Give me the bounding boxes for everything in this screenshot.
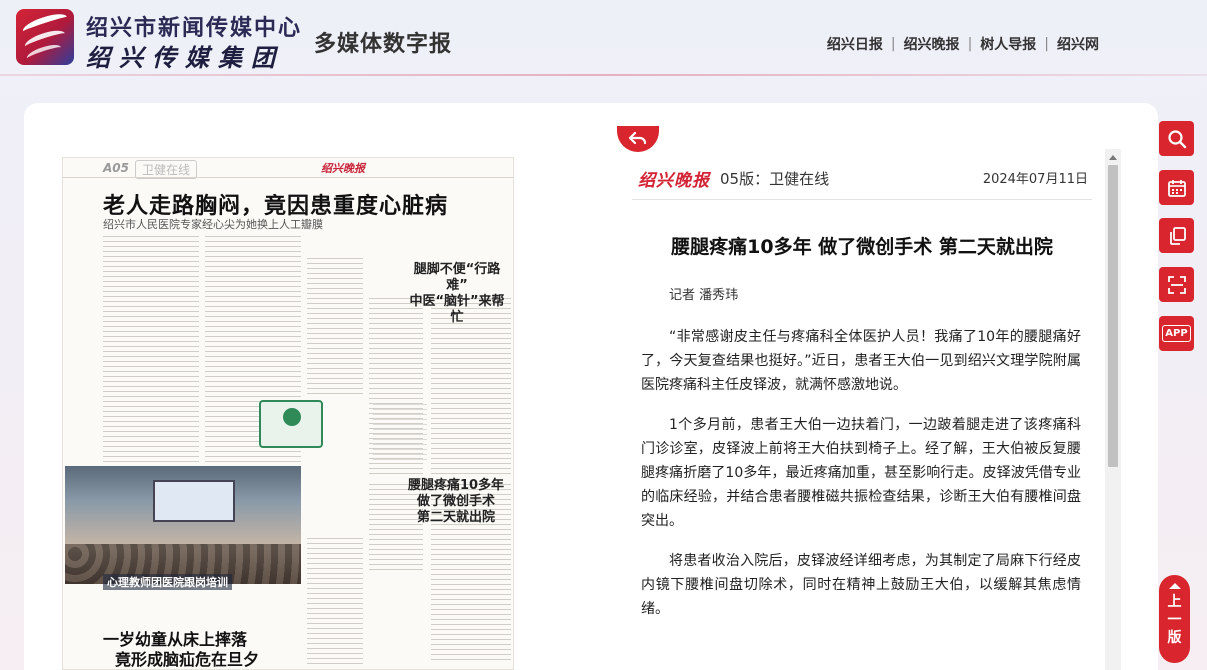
page-photo-caption: 心理教师团医院跟岗培训: [103, 574, 232, 590]
previous-edition-label: 上一版: [1167, 594, 1182, 646]
page-masthead: 绍兴晚报: [321, 162, 365, 175]
scan-icon: [1167, 275, 1186, 294]
article-byline: 记者 潘秀玮: [669, 288, 739, 303]
text-column: [307, 258, 363, 394]
nav-separator: |: [967, 36, 973, 52]
scroll-up-button[interactable]: [1105, 149, 1121, 165]
article-body: “非常感谢皮主任与疼痛科全体医护人员！我痛了10年的腰腿痛好了，今天复查结果也挺…: [641, 325, 1081, 637]
text-column: [103, 236, 199, 462]
search-button[interactable]: [1159, 121, 1194, 156]
copy-button[interactable]: [1159, 218, 1194, 253]
product-name: 多媒体数字报: [314, 32, 453, 57]
article-paragraph: 将患者收治入院后，皮铎波经详细考虑，为其制定了局麻下行经皮内镜下腰椎间盘切除术，…: [641, 553, 1081, 617]
scan-button[interactable]: [1159, 267, 1194, 302]
scroll-up-arrow-icon: [1109, 155, 1117, 160]
search-icon: [1167, 129, 1186, 148]
previous-edition-button[interactable]: 上一版: [1159, 575, 1190, 663]
page-number: A05: [103, 161, 129, 175]
article-date: 2024年07月11日: [982, 172, 1088, 187]
hospital-badge-icon: [259, 400, 323, 448]
nav-separator: |: [1044, 36, 1049, 52]
calendar-icon: [1167, 179, 1186, 197]
scrollbar-thumb[interactable]: [1108, 165, 1118, 467]
nav-link-shaoxing-evening[interactable]: 绍兴晚报: [904, 34, 960, 54]
page-section-tag: 卫健在线: [135, 160, 198, 179]
article-header: 绍兴晚报 05版：卫健在线 2024年07月11日: [632, 160, 1092, 200]
page-side-title-2[interactable]: 腰腿疼痛10多年 做了微创手术 第二天就出院: [401, 478, 511, 526]
app-button[interactable]: APP: [1159, 316, 1194, 351]
nav-link-shuren-guide[interactable]: 树人导报: [980, 34, 1036, 54]
page-headline-bottom-2[interactable]: 竟形成脑疝危在旦夕: [115, 646, 259, 669]
page-photo: [65, 466, 301, 584]
newspaper-page-image[interactable]: A05 卫健在线 绍兴晚报 老人走路胸闷，竟因患重度心脏病 绍兴市人民医院专家经…: [62, 157, 514, 670]
copy-icon: [1169, 226, 1186, 245]
app-label: APP: [1162, 325, 1191, 342]
article-paragraph: 1个多月前，患者王大伯一边扶着门，一边跛着腿走进了该疼痛科门诊诊室，皮铎波上前将…: [641, 417, 1081, 529]
article-edition: 05版：卫健在线: [720, 170, 830, 188]
nav-separator: |: [890, 36, 896, 52]
page-top-band: [63, 158, 513, 178]
nav-link-shaoxing-net[interactable]: 绍兴网: [1057, 34, 1099, 54]
group-name: 绍兴传媒集团: [86, 43, 284, 72]
nav-link-shaoxing-daily[interactable]: 绍兴日报: [827, 34, 883, 54]
top-nav: 绍兴日报 | 绍兴晚报 | 树人导报 | 绍兴网: [827, 34, 1099, 54]
calendar-button[interactable]: [1159, 170, 1194, 205]
back-icon: [628, 131, 647, 145]
article-brand-logo: 绍兴晚报: [638, 171, 710, 191]
article-scrollbar[interactable]: [1105, 149, 1121, 670]
logo-icon[interactable]: [16, 9, 74, 65]
article-paragraph: “非常感谢皮主任与疼痛科全体医护人员！我痛了10年的腰腿痛好了，今天复查结果也挺…: [641, 329, 1081, 393]
page-side-title-1[interactable]: 腿脚不便“行路难” 中医“脑针”来帮忙: [403, 262, 511, 326]
header-divider: [0, 74, 1207, 76]
text-column: [373, 404, 427, 464]
article-title: 腰腿疼痛10多年 做了微创手术 第二天就出院: [671, 236, 1053, 258]
site-header: 绍兴市新闻传媒中心 绍兴传媒集团 多媒体数字报 绍兴日报 | 绍兴晚报 | 树人…: [0, 0, 1207, 90]
text-column: [307, 538, 363, 664]
page-subhead-main: 绍兴市人民医院专家经心尖为她换上人工瓣膜: [103, 218, 323, 231]
